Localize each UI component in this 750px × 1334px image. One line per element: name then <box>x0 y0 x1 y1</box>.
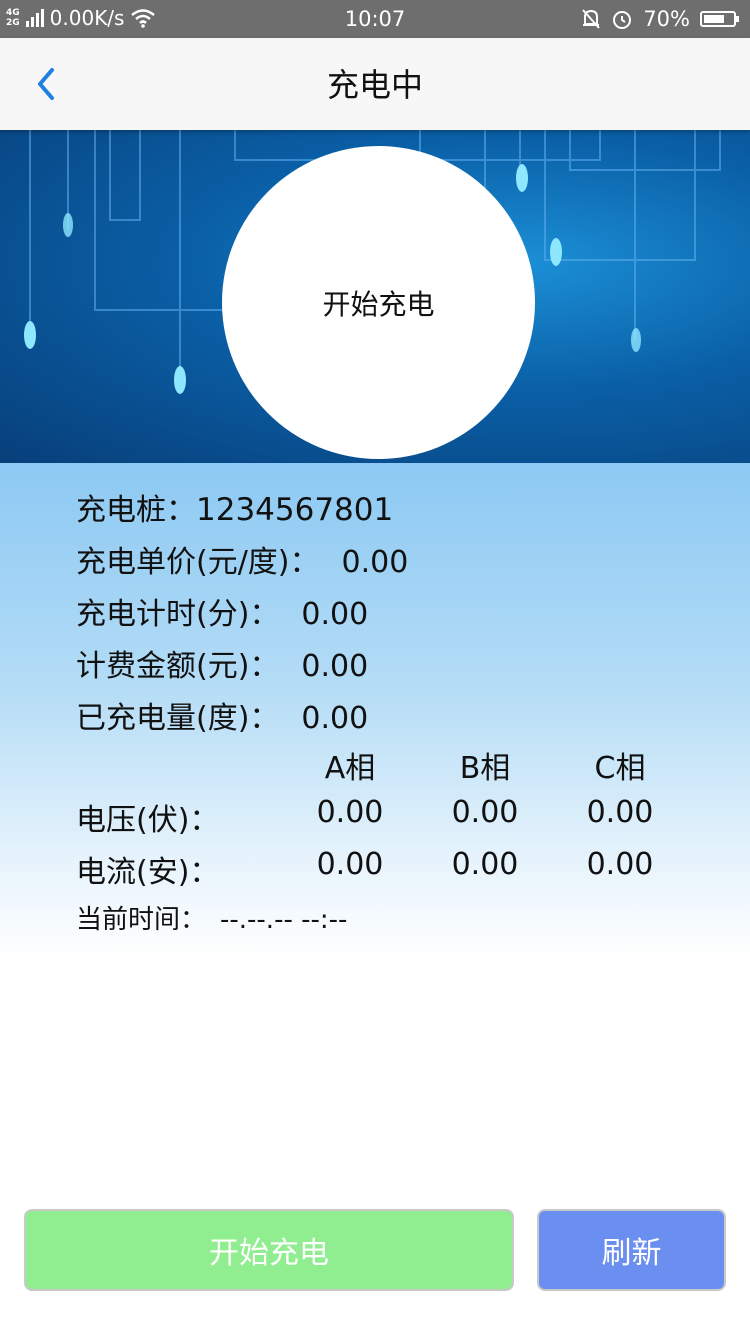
status-right: 70% <box>581 7 739 31</box>
current-c-value: 0.00 <box>586 847 654 882</box>
battery-fill <box>704 15 724 23</box>
voltage-label: 电压(伏)： <box>76 803 220 838</box>
charging-info-panel: 充电桩：1234567801 充电单价(元/度)： 0.00 充电计时(分)： 0.… <box>0 463 750 958</box>
voltage-b-value: 0.00 <box>451 795 519 830</box>
energy-row: 已充电量(度)： 0.00 <box>76 693 368 737</box>
current-b-value: 0.00 <box>451 847 519 882</box>
amount-row: 计费金额(元)： 0.00 <box>76 641 368 685</box>
current-label: 电流(安)： <box>76 855 220 890</box>
refresh-button[interactable]: 刷新 <box>537 1209 726 1291</box>
now-value: --.--.-- --:-- <box>220 905 348 935</box>
battery-icon <box>700 11 739 27</box>
amount-label: 计费金额(元)： <box>76 649 280 684</box>
voltage-c-value: 0.00 <box>586 795 654 830</box>
energy-value: 0.00 <box>301 701 369 736</box>
pile-label: 充电桩： <box>76 493 196 528</box>
timer-value: 0.00 <box>301 597 369 632</box>
status-bar: 4G 2G 0.00K/s 10:07 70% <box>0 0 750 38</box>
timer-row: 充电计时(分)： 0.00 <box>76 589 368 633</box>
voltage-a-value: 0.00 <box>316 795 384 830</box>
phase-a-header: A相 <box>324 751 376 786</box>
battery-percent: 70% <box>643 7 690 31</box>
alarm-icon <box>613 11 632 29</box>
pile-value: 1234567801 <box>196 492 394 528</box>
start-charging-button[interactable]: 开始充电 <box>24 1209 514 1291</box>
mute-icon <box>582 9 601 29</box>
start-charging-circle-button[interactable]: 开始充电 <box>222 146 535 459</box>
energy-label: 已充电量(度)： <box>76 701 280 736</box>
nav-bar: 充电中 <box>0 38 750 130</box>
current-a-value: 0.00 <box>316 847 384 882</box>
hero-banner: 开始充电 <box>0 130 750 463</box>
page-title: 充电中 <box>326 66 423 104</box>
phase-c-header: C相 <box>594 751 646 786</box>
phase-b-header: B相 <box>459 751 511 786</box>
timer-label: 充电计时(分)： <box>76 597 280 632</box>
now-label: 当前时间： <box>76 905 207 935</box>
amount-value: 0.00 <box>301 649 369 684</box>
now-row: 当前时间： --.--.-- --:-- <box>76 899 347 936</box>
unit-price-value: 0.00 <box>341 545 409 580</box>
pile-row: 充电桩：1234567801 <box>76 485 393 529</box>
unit-price-label: 充电单价(元/度)： <box>76 545 320 580</box>
unit-price-row: 充电单价(元/度)： 0.00 <box>76 537 408 581</box>
